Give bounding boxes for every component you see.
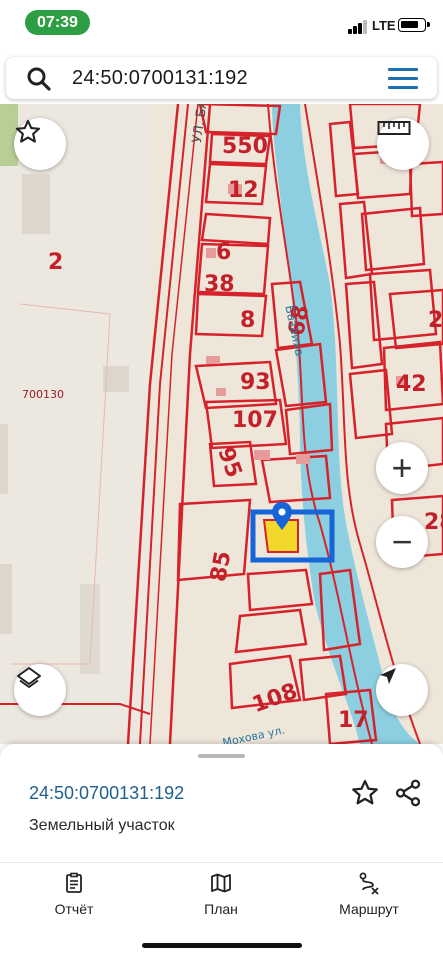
status-time: 07:39: [25, 10, 90, 35]
search-bar[interactable]: 24:50:0700131:192: [6, 57, 437, 99]
zoom-out-button[interactable]: −: [376, 516, 428, 568]
tab-report[interactable]: Отчёт: [14, 871, 134, 927]
favorite-map-button[interactable]: [14, 118, 66, 170]
plot-number: 8: [240, 308, 256, 333]
parcel-cadastral-number[interactable]: 24:50:0700131:192: [29, 783, 184, 804]
star-icon: [15, 119, 41, 143]
plot-number: 107: [232, 408, 278, 433]
cadastral-map[interactable]: 550 12 2 6 38 8 68 93 107 42 95 85 108 1…: [0, 104, 443, 744]
search-input[interactable]: 24:50:0700131:192: [72, 67, 248, 90]
tab-report-label: Отчёт: [54, 901, 94, 917]
signal-icon: [348, 20, 368, 34]
ruler-button[interactable]: [377, 118, 429, 170]
search-icon[interactable]: [26, 66, 52, 92]
locate-button[interactable]: [376, 664, 428, 716]
status-bar: 07:39 LTE: [0, 0, 443, 48]
map-canvas: [0, 104, 443, 744]
plot-number: 38: [204, 272, 235, 297]
plot-number: 12: [228, 178, 259, 203]
home-indicator[interactable]: [142, 943, 302, 948]
plot-number: 17: [338, 708, 369, 733]
plot-number: 2: [428, 308, 443, 333]
sheet-grabber[interactable]: [198, 754, 245, 758]
minus-icon: −: [391, 521, 413, 562]
plot-number: 85: [206, 549, 237, 584]
star-icon[interactable]: [350, 778, 380, 808]
plot-number: 28: [424, 510, 443, 535]
plot-number: 2: [48, 250, 64, 275]
share-icon[interactable]: [393, 778, 423, 808]
parcel-type: Земельный участок: [29, 817, 175, 834]
tab-route[interactable]: Маршрут: [309, 871, 429, 927]
report-icon: [66, 872, 82, 893]
battery-icon: [398, 18, 430, 32]
network-type: LTE: [372, 18, 396, 33]
plot-number: 6: [216, 240, 232, 265]
route-icon: [359, 872, 379, 895]
map-icon: [211, 873, 231, 893]
ruler-icon: [377, 121, 411, 135]
plot-number: 42: [396, 372, 427, 397]
quarter-label: 700130: [22, 388, 64, 401]
tab-plan[interactable]: План: [161, 871, 281, 927]
layers-icon: [17, 667, 41, 688]
plus-icon: +: [391, 447, 413, 488]
navigation-arrow-icon: [380, 668, 396, 684]
menu-icon[interactable]: [388, 68, 420, 90]
zoom-in-button[interactable]: +: [376, 442, 428, 494]
tab-plan-label: План: [204, 901, 238, 917]
bottom-tab-bar: Отчёт План Маршрут: [0, 862, 443, 960]
plot-number: 93: [240, 370, 271, 395]
plot-number: 550: [222, 134, 268, 159]
tab-route-label: Маршрут: [339, 901, 399, 917]
layers-button[interactable]: [14, 664, 66, 716]
parcel-info-sheet[interactable]: 24:50:0700131:192 Земельный участок: [0, 744, 443, 862]
